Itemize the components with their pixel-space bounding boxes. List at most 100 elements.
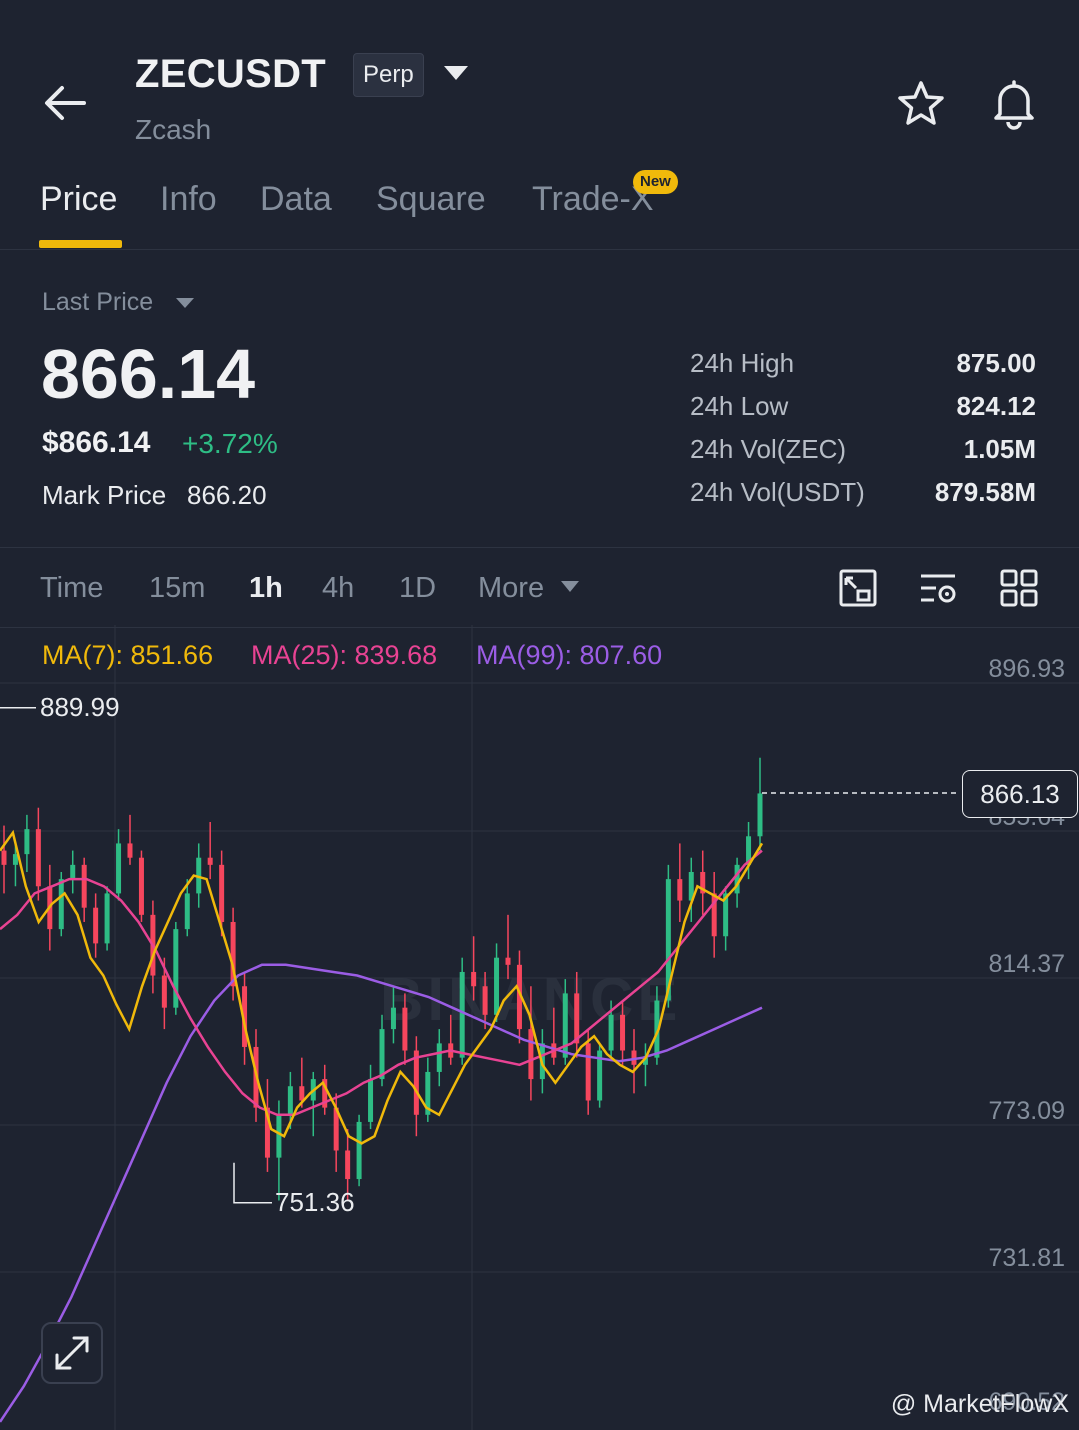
price-change-percent: +3.72% xyxy=(182,428,278,459)
last-price-value: 866.14 xyxy=(41,335,256,413)
candle-body xyxy=(620,1014,626,1051)
last-price-dropdown-icon[interactable] xyxy=(176,298,194,308)
candle-body xyxy=(505,957,511,965)
candle-body xyxy=(116,843,122,894)
current-price-tag: 866.13 xyxy=(962,769,1078,818)
stat-24h-low-value: 824.12 xyxy=(956,391,1036,421)
y-axis-label: 773.09 xyxy=(988,1097,1065,1125)
indicator-settings-icon xyxy=(921,574,956,603)
candle-body xyxy=(219,864,225,922)
candle-body xyxy=(184,893,190,930)
candle-body xyxy=(494,957,500,1015)
ma7-legend: MA(7): 851.66 xyxy=(42,640,214,670)
candle-body xyxy=(138,857,144,915)
candle-body xyxy=(345,1150,351,1180)
candle-body xyxy=(104,893,110,944)
ma99-legend: MA(99): 807.60 xyxy=(476,640,663,670)
stat-24h-high-label: 24h High xyxy=(690,348,795,378)
interval-1h[interactable]: 1h xyxy=(249,572,283,605)
high-marker-label: 889.99 xyxy=(40,691,120,722)
interval-1d[interactable]: 1D xyxy=(399,572,436,605)
y-axis-label: 814.37 xyxy=(988,950,1065,978)
candle-body xyxy=(207,857,213,865)
back-arrow-icon xyxy=(45,86,86,120)
coin-name: Zcash xyxy=(135,114,212,145)
candle-body xyxy=(471,971,477,987)
candle-body xyxy=(70,864,76,880)
contract-type-badge: Perp xyxy=(353,53,424,97)
fullscreen-button[interactable] xyxy=(41,1322,103,1384)
active-tab-indicator xyxy=(39,240,122,248)
candle-body xyxy=(734,864,740,894)
tab-info[interactable]: Info xyxy=(160,180,217,219)
candle-body xyxy=(390,1007,396,1030)
stat-24h-vol-zec-label: 24h Vol(ZEC) xyxy=(690,434,847,464)
indicator-settings-button[interactable] xyxy=(918,568,958,608)
bell-icon xyxy=(994,80,1034,130)
usd-price: $866.14 xyxy=(42,426,151,459)
new-badge: New xyxy=(633,170,678,194)
candle-body xyxy=(585,1043,591,1101)
y-axis-label: 896.93 xyxy=(988,655,1065,683)
alert-button[interactable] xyxy=(987,76,1041,130)
candle-body xyxy=(24,829,30,855)
ma25-legend: MA(25): 839.68 xyxy=(251,640,438,670)
layout-grid-button[interactable] xyxy=(999,568,1039,608)
candle-body xyxy=(161,975,167,1008)
candle-body xyxy=(58,879,64,930)
candle-body xyxy=(757,793,763,837)
expand-icon xyxy=(55,1336,89,1370)
candle-body xyxy=(436,1043,442,1072)
price-divider xyxy=(0,547,1079,548)
y-axis-label: 731.81 xyxy=(988,1244,1065,1272)
candle-body xyxy=(482,986,488,1015)
low-marker-line xyxy=(233,1162,272,1204)
favorite-button[interactable] xyxy=(895,78,947,130)
candle-body xyxy=(574,993,580,1044)
tab-data[interactable]: Data xyxy=(260,180,332,219)
candle-body xyxy=(379,1029,385,1080)
candle-body xyxy=(356,1121,362,1180)
ma7-line xyxy=(0,829,764,1145)
candle-body xyxy=(677,879,683,901)
stat-24h-vol-usdt-label: 24h Vol(USDT) xyxy=(690,477,865,507)
stat-24h-low-label: 24h Low xyxy=(690,391,789,421)
interval-4h[interactable]: 4h xyxy=(322,572,354,605)
credit-watermark: @ MarketFlowX xyxy=(890,1390,1069,1418)
mark-price-label: Mark Price xyxy=(42,480,167,510)
tabs-divider xyxy=(0,249,1079,250)
candle-body xyxy=(528,1029,534,1080)
symbol-title[interactable]: ZECUSDT xyxy=(135,52,326,97)
stat-24h-high-value: 875.00 xyxy=(956,348,1036,378)
candle-body xyxy=(35,829,41,887)
symbol-dropdown-icon[interactable] xyxy=(444,66,468,80)
interval-more[interactable]: More xyxy=(478,572,544,605)
candle-body xyxy=(459,971,465,1058)
interval-time[interactable]: Time xyxy=(40,572,103,605)
chart-mode-icon xyxy=(839,569,877,607)
stat-24h-vol-zec-value: 1.05M xyxy=(963,434,1036,464)
candle-body xyxy=(299,1086,305,1101)
interval-15m[interactable]: 15m xyxy=(149,572,205,605)
candle-body xyxy=(276,1114,282,1158)
candle-body xyxy=(127,843,133,858)
more-dropdown-icon[interactable] xyxy=(561,581,579,592)
tab-price[interactable]: Price xyxy=(40,180,117,219)
star-icon xyxy=(898,81,944,125)
candle-body xyxy=(368,1079,374,1122)
last-price-label[interactable]: Last Price xyxy=(42,288,153,317)
candle-body xyxy=(608,1014,614,1051)
candle-body xyxy=(1,850,7,865)
price-chart[interactable] xyxy=(0,625,1079,1430)
stat-24h-vol-usdt-value: 879.58M xyxy=(934,477,1036,507)
tab-square[interactable]: Square xyxy=(376,180,486,219)
chart-grid xyxy=(0,625,1079,1430)
back-button[interactable] xyxy=(40,80,92,126)
mark-price-value: 866.20 xyxy=(187,480,267,510)
low-marker-label: 751.36 xyxy=(275,1186,355,1217)
candle-body xyxy=(287,1086,293,1115)
candle-body xyxy=(402,1007,408,1051)
candle-body xyxy=(81,864,87,908)
grid-icon xyxy=(1000,569,1038,607)
chart-mode-button[interactable] xyxy=(838,568,878,608)
